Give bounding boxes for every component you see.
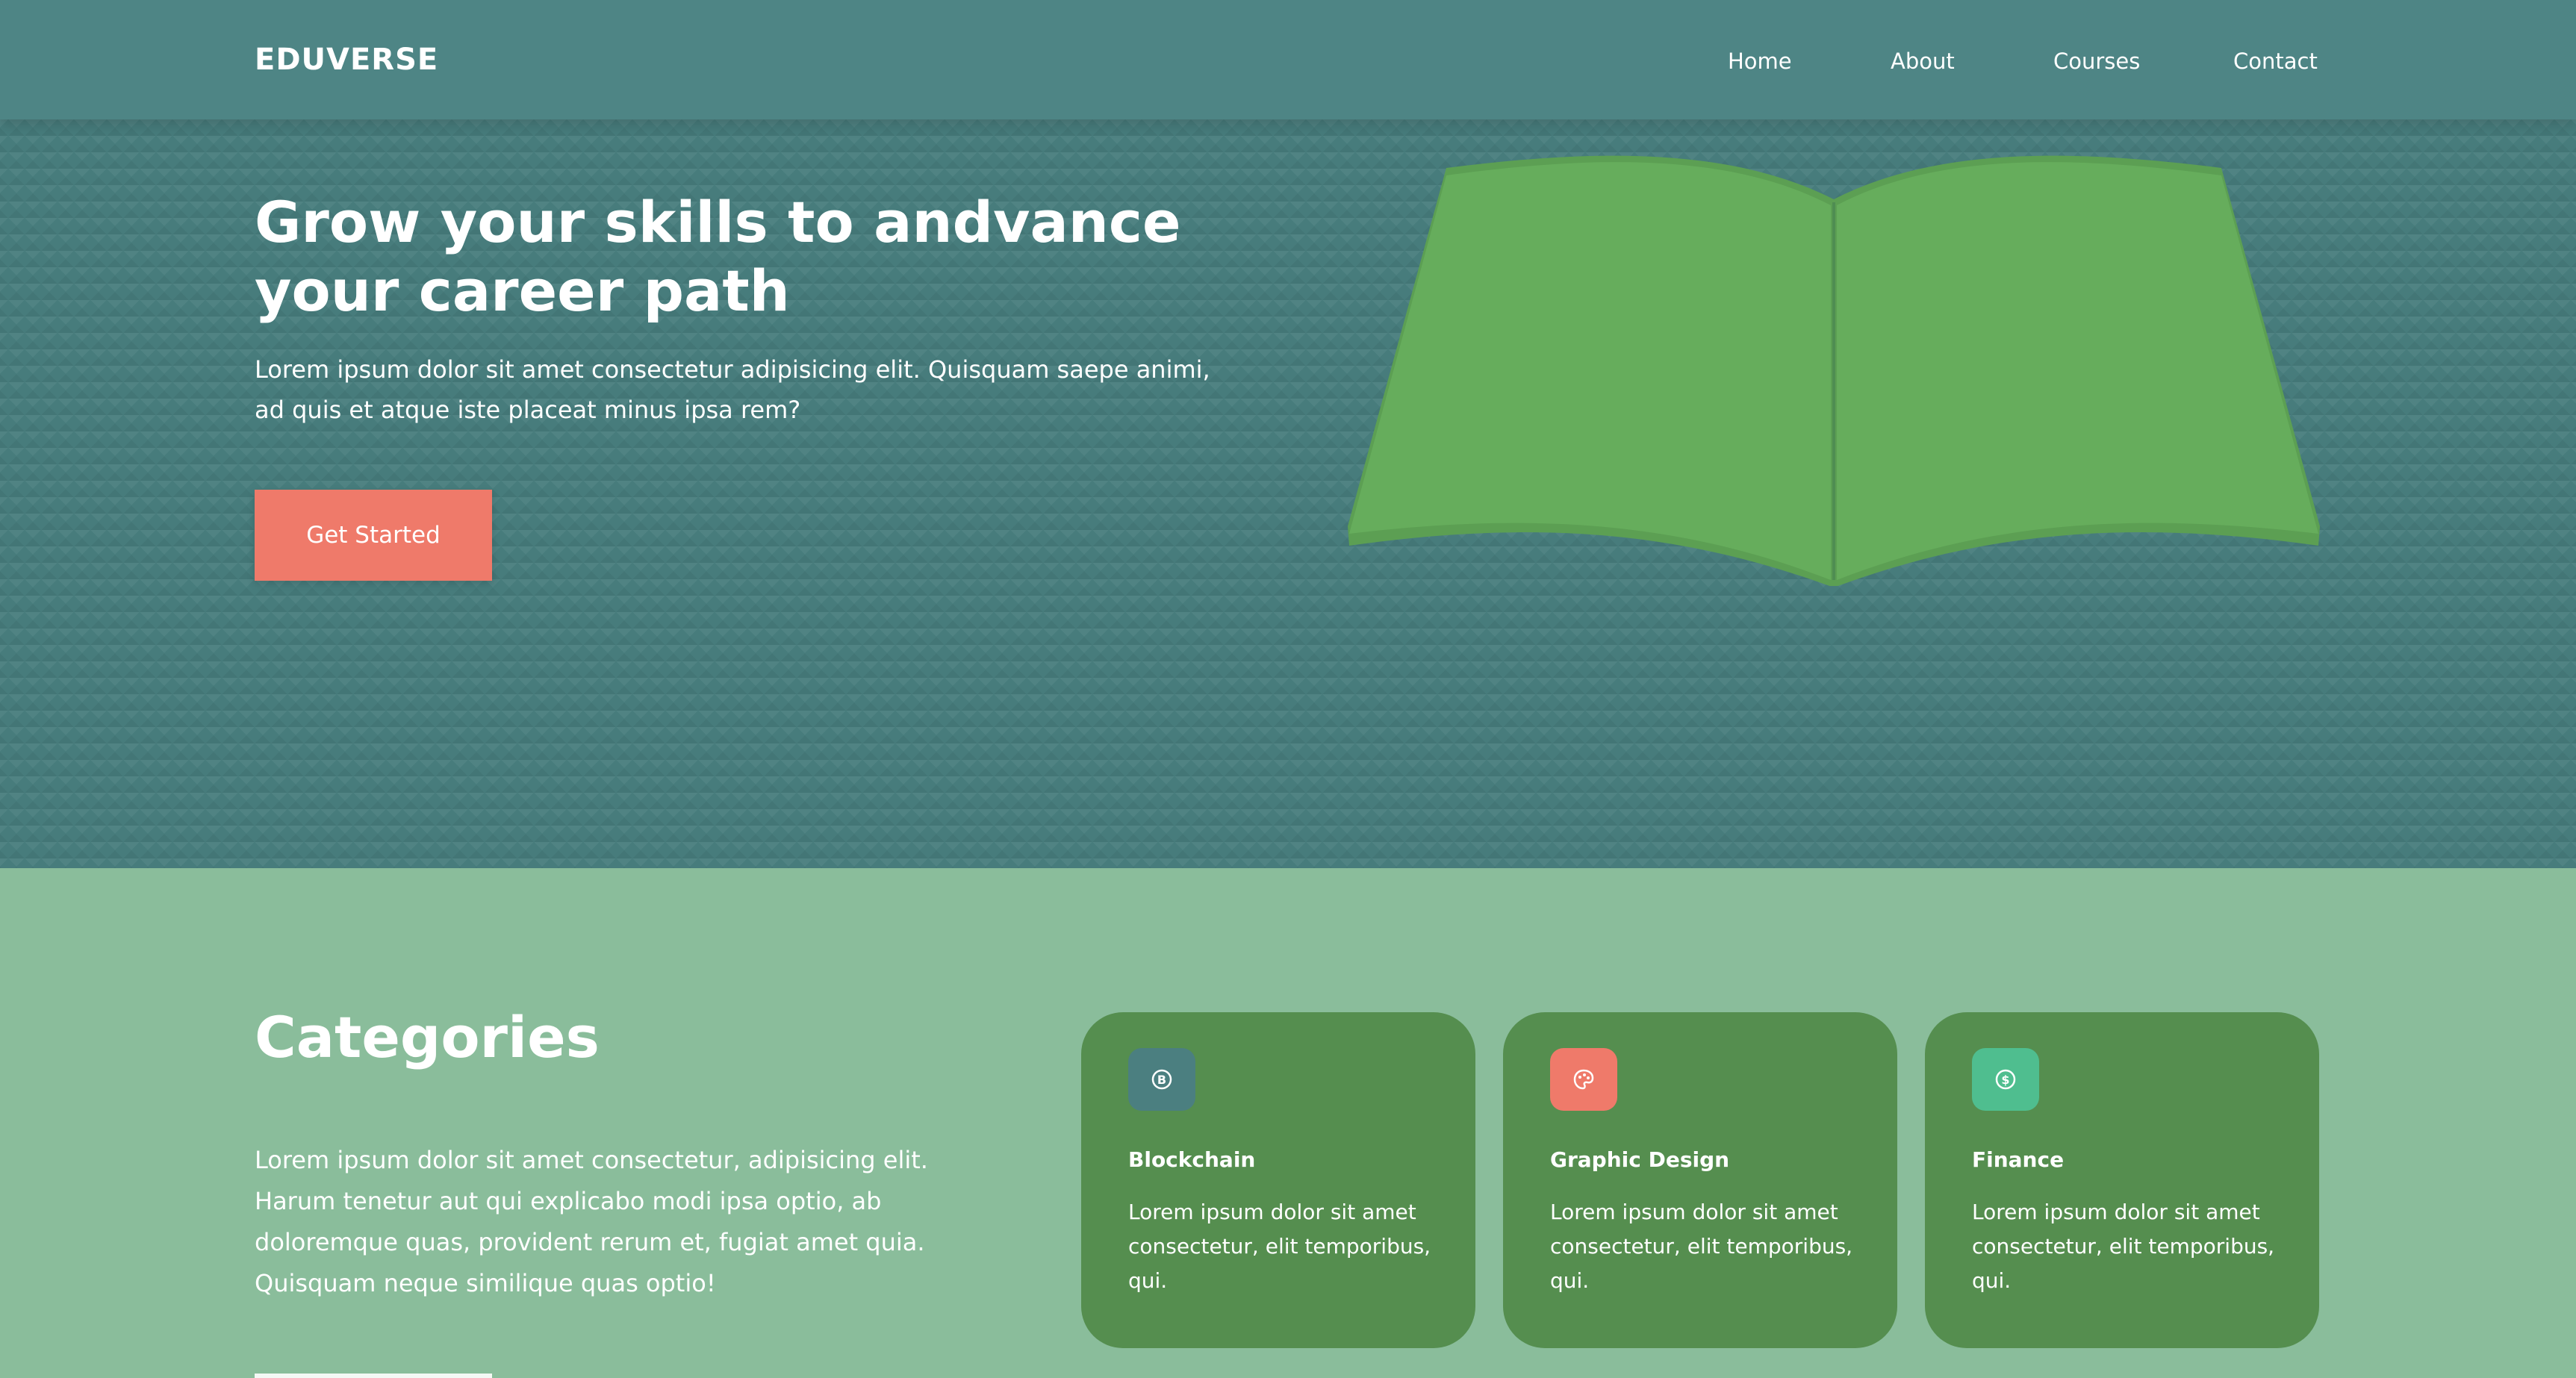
nav-link-courses[interactable]: Courses: [2053, 46, 2140, 76]
dollar-icon: $: [1972, 1048, 2039, 1111]
nav-link-about[interactable]: About: [1891, 46, 1955, 76]
bitcoin-icon: B: [1128, 1048, 1195, 1111]
card-title: Finance: [1972, 1147, 2065, 1172]
category-card-blockchain[interactable]: B Blockchain Lorem ipsum dolor sit amet …: [1081, 1012, 1475, 1348]
nav-link-home[interactable]: Home: [1728, 46, 1792, 76]
category-card-graphic-design[interactable]: Graphic Design Lorem ipsum dolor sit ame…: [1503, 1012, 1897, 1348]
svg-text:B: B: [1157, 1073, 1166, 1087]
card-description: Lorem ipsum dolor sit amet consectetur, …: [1972, 1200, 2275, 1293]
hero-title: Grow your skills to andvance your career…: [255, 189, 1181, 324]
section-divider: [255, 1374, 492, 1378]
get-started-button[interactable]: Get Started: [255, 490, 492, 581]
card-description: Lorem ipsum dolor sit amet consectetur, …: [1128, 1200, 1431, 1293]
card-title: Graphic Design: [1550, 1147, 1730, 1172]
nav-link-contact[interactable]: Contact: [2233, 46, 2318, 76]
svg-text:$: $: [2001, 1073, 2009, 1087]
categories-heading: Categories: [255, 1004, 600, 1070]
navbar: EDUVERSE Home About Courses Contact: [0, 0, 2576, 119]
categories-description: Lorem ipsum dolor sit amet consectetur, …: [255, 1146, 928, 1297]
category-card-finance[interactable]: $ Finance Lorem ipsum dolor sit amet con…: [1925, 1012, 2319, 1348]
palette-icon: [1550, 1048, 1617, 1111]
brand-logo[interactable]: EDUVERSE: [255, 39, 438, 81]
open-book-icon: [1348, 155, 2320, 586]
hero-description: Lorem ipsum dolor sit amet consectetur a…: [255, 355, 1210, 424]
card-description: Lorem ipsum dolor sit amet consectetur, …: [1550, 1200, 1853, 1293]
card-title: Blockchain: [1128, 1147, 1256, 1172]
